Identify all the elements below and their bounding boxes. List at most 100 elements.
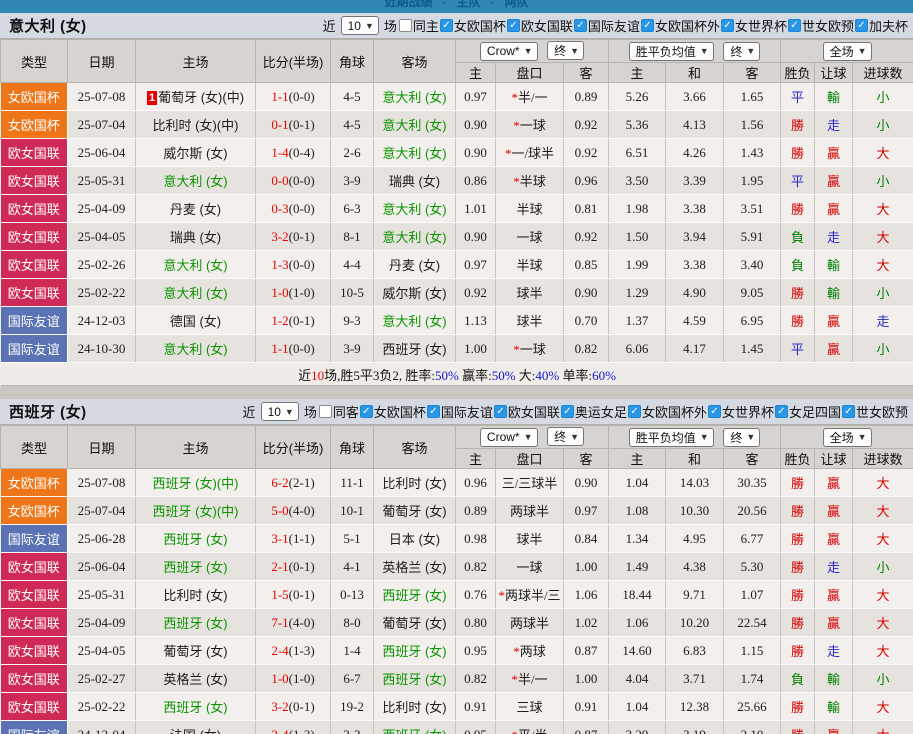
chevron-down-icon: ▼: [699, 432, 709, 442]
avg-home-odds: 1.08: [608, 496, 667, 525]
checkbox-checked-icon[interactable]: ✓: [359, 405, 373, 418]
games-suffix-label: 场: [383, 19, 397, 34]
avg-draw-odds: 4.17: [665, 334, 725, 363]
handicap-home-odds: 0.80: [455, 608, 496, 637]
avg-time-select[interactable]: 终 ▼: [723, 41, 761, 61]
competition-checkbox[interactable]: ✓ 女世界杯: [707, 402, 774, 421]
handicap-home-odds: 0.90: [455, 222, 496, 251]
handicap-line: 半球: [495, 250, 564, 279]
checkbox-checked-icon[interactable]: ✓: [640, 19, 654, 32]
competition-checkbox[interactable]: ✓ 世女欧预: [841, 402, 908, 421]
odds-source-header: Crow* ▼ 终 ▼: [454, 39, 610, 63]
chevron-down-icon: ▼: [857, 46, 867, 56]
match-type-badge: 欧女国联: [0, 608, 68, 637]
same-venue-checkbox[interactable]: 同客: [318, 402, 359, 421]
odds-company-select[interactable]: Crow* ▼: [479, 41, 538, 61]
handicap-away-odds: 0.85: [563, 250, 610, 279]
competition-checkbox[interactable]: ✓ 欧女国联: [506, 16, 573, 35]
checkbox-checked-icon[interactable]: ✓: [426, 405, 440, 418]
result-handicap: 輸: [814, 250, 854, 279]
match-row: 女欧国杯 25-07-08 1 葡萄牙 (女)(中) 1-1(0-0) 4-5 意大利 (女…: [0, 82, 913, 111]
match-type-badge: 国际友谊: [0, 334, 68, 363]
odds-time-select[interactable]: 终 ▼: [547, 427, 585, 447]
checkbox-checked-icon[interactable]: ✓: [787, 19, 801, 32]
avg-time-select[interactable]: 终 ▼: [723, 427, 761, 447]
home-team: 意大利 (女): [135, 334, 256, 363]
avg-home-odds: 3.50: [608, 166, 667, 195]
match-row: 欧女国联 25-04-09 西班牙 (女) 7-1(4-0) 8-0 葡萄牙 (女) 0.8…: [0, 608, 913, 637]
match-row: 国际友谊 24-10-30 意大利 (女) 1-1(0-0) 3-9 西班牙 (女) 1.0…: [0, 334, 913, 363]
competition-checkbox[interactable]: ✓ 女足四国: [774, 402, 841, 421]
sub-header-goals-result: 进球数: [852, 62, 913, 83]
checkbox-checked-icon[interactable]: ✓: [707, 405, 721, 418]
away-team: 意大利 (女): [373, 194, 456, 223]
handicap-away-odds: 1.00: [563, 664, 610, 693]
checkbox-unchecked-icon[interactable]: [318, 405, 332, 418]
avg-home-odds: 3.29: [608, 720, 667, 734]
away-team: 西班牙 (女): [373, 720, 456, 734]
same-venue-checkbox[interactable]: 同主: [398, 16, 439, 35]
checkbox-checked-icon[interactable]: ✓: [841, 405, 855, 418]
checkbox-checked-icon[interactable]: ✓: [774, 405, 788, 418]
competition-checkbox[interactable]: ✓ 国际友谊: [573, 16, 640, 35]
competition-checkbox[interactable]: ✓ 奥运女足: [560, 402, 627, 421]
handicap-away-odds: 0.97: [563, 496, 610, 525]
nav-link-both-teams[interactable]: 两队: [505, 0, 529, 12]
result-goals: 大: [852, 496, 913, 525]
corners-score: 4-4: [330, 250, 374, 279]
checkbox-unchecked-icon[interactable]: [398, 19, 412, 32]
nav-link-home-team[interactable]: 主队: [456, 0, 480, 12]
home-team: 西班牙 (女): [135, 608, 256, 637]
recent-count-select[interactable]: 10 ▼: [260, 402, 299, 421]
competition-checkbox[interactable]: ✓ 欧女国联: [493, 402, 560, 421]
checkbox-checked-icon[interactable]: ✓: [439, 19, 453, 32]
avg-away-odds: 1.45: [723, 334, 782, 363]
sub-header-away-odds: 客: [562, 62, 610, 83]
match-type-badge: 国际友谊: [0, 306, 68, 335]
odds-company-select[interactable]: Crow* ▼: [479, 427, 538, 447]
scope-select[interactable]: 全场 ▼: [822, 427, 872, 447]
competition-checkbox[interactable]: ✓ 世女欧预: [787, 16, 854, 35]
competition-checkbox[interactable]: ✓ 女世界杯: [720, 16, 787, 35]
competition-checkbox[interactable]: ✓ 国际友谊: [426, 402, 493, 421]
competition-checkbox[interactable]: ✓ 女欧国杯: [359, 402, 426, 421]
checkbox-checked-icon[interactable]: ✓: [560, 405, 574, 418]
avg-away-odds: 6.95: [723, 306, 782, 335]
result-win-draw-loss: 勝: [780, 468, 816, 497]
handicap-away-odds: 0.92: [563, 222, 610, 251]
competition-checkbox[interactable]: ✓ 女欧国杯外: [640, 16, 720, 35]
home-team: 意大利 (女): [135, 166, 256, 195]
match-date: 25-07-08: [67, 468, 136, 497]
odds-time-select[interactable]: 终 ▼: [547, 41, 585, 61]
checkbox-checked-icon[interactable]: ✓: [493, 405, 507, 418]
chevron-down-icon: ▼: [284, 406, 294, 417]
checkbox-checked-icon[interactable]: ✓: [627, 405, 641, 418]
competition-checkbox[interactable]: ✓ 加夫杯: [854, 16, 908, 35]
recent-count-select[interactable]: 10 ▼: [340, 16, 379, 35]
col-header-corners: 角球: [330, 425, 374, 469]
scope-select[interactable]: 全场 ▼: [822, 41, 872, 61]
result-handicap: 贏: [814, 496, 854, 525]
result-handicap: 贏: [814, 720, 854, 734]
competition-checkbox[interactable]: ✓ 女欧国杯: [439, 16, 506, 35]
checkbox-checked-icon[interactable]: ✓: [720, 19, 734, 32]
result-handicap: 贏: [814, 334, 854, 363]
checkbox-checked-icon[interactable]: ✓: [506, 19, 520, 32]
match-type-badge: 女欧国杯: [0, 82, 68, 111]
result-handicap: 輸: [814, 82, 854, 111]
result-handicap: 走: [814, 636, 854, 665]
handicap-line: *一球: [495, 334, 564, 363]
away-team: 威尔斯 (女): [373, 278, 456, 307]
checkbox-checked-icon[interactable]: ✓: [854, 19, 868, 32]
handicap-away-odds: 0.70: [563, 306, 610, 335]
competition-checkbox[interactable]: ✓ 女欧国杯外: [627, 402, 707, 421]
sub-header-away-odds: 客: [562, 448, 610, 469]
avg-home-odds: 1.04: [608, 468, 667, 497]
red-indicator-badge: 1: [146, 91, 158, 105]
match-date: 25-04-09: [67, 194, 136, 223]
nav-link-recent[interactable]: 近期战绩: [384, 0, 432, 12]
avg-select[interactable]: 胜平负均值 ▼: [628, 427, 714, 447]
checkbox-checked-icon[interactable]: ✓: [573, 19, 587, 32]
avg-select[interactable]: 胜平负均值 ▼: [628, 41, 714, 61]
corners-score: 6-3: [330, 194, 374, 223]
